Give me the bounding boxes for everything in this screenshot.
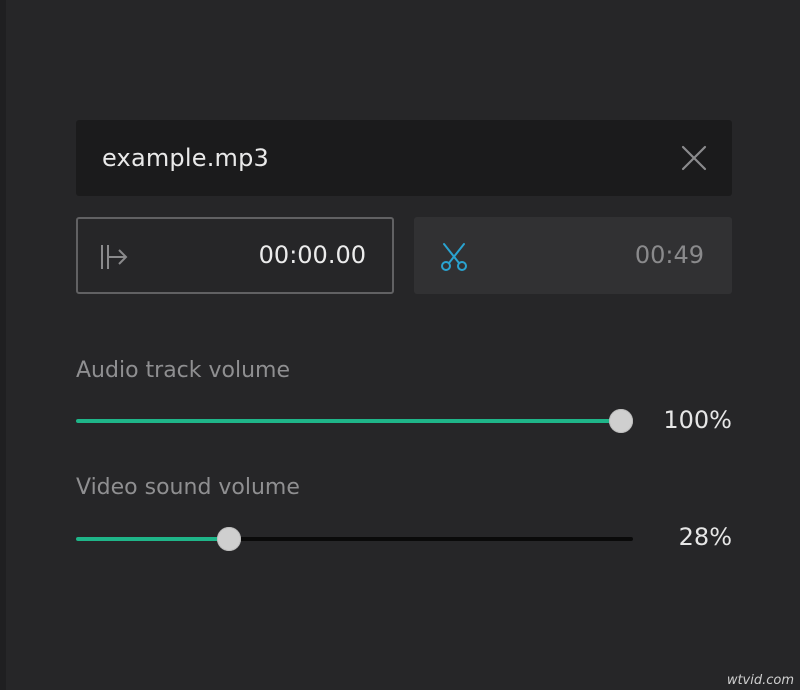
audio-file-bar: example.mp3 bbox=[76, 120, 732, 196]
trim-end-field[interactable]: 00:49 bbox=[414, 217, 732, 294]
audio-volume-slider[interactable] bbox=[76, 409, 633, 433]
trim-end-time[interactable]: 00:49 bbox=[635, 217, 704, 294]
video-volume-label: Video sound volume bbox=[76, 475, 300, 500]
file-name: example.mp3 bbox=[102, 144, 270, 172]
scissors-icon[interactable] bbox=[438, 241, 470, 273]
watermark: wtvid.com bbox=[726, 673, 794, 688]
trim-start-icon bbox=[101, 245, 128, 269]
video-volume-slider[interactable] bbox=[76, 527, 633, 551]
panel-left-edge bbox=[0, 0, 6, 690]
close-icon bbox=[681, 145, 707, 171]
trim-start-field[interactable]: 00:00.00 bbox=[76, 217, 394, 294]
video-volume-value: 28% bbox=[678, 523, 732, 551]
remove-file-button[interactable] bbox=[678, 142, 710, 174]
video-volume-fill bbox=[76, 537, 229, 541]
video-volume-thumb[interactable] bbox=[217, 527, 241, 551]
audio-volume-fill bbox=[76, 419, 621, 423]
trim-start-time[interactable]: 00:00.00 bbox=[259, 219, 366, 292]
audio-volume-label: Audio track volume bbox=[76, 358, 291, 383]
audio-volume-thumb[interactable] bbox=[609, 409, 633, 433]
audio-volume-value: 100% bbox=[663, 406, 732, 434]
